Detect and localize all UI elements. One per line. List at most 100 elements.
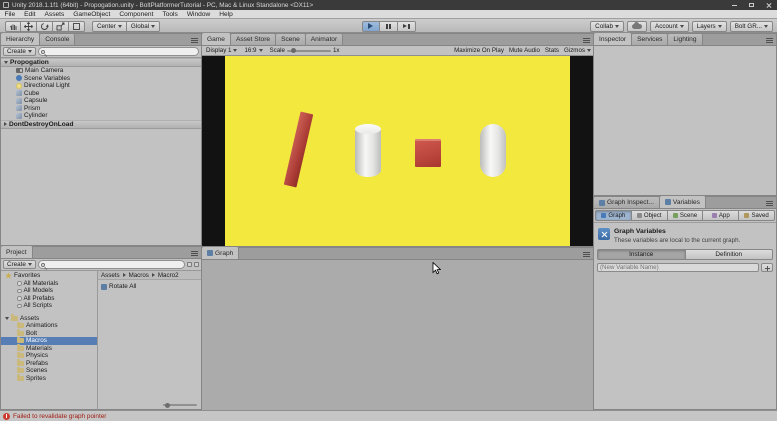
- tab-scene[interactable]: Scene: [276, 34, 306, 45]
- tab-animator[interactable]: Animator: [306, 34, 343, 45]
- scale-tool-button[interactable]: [53, 21, 69, 32]
- thumbnail-zoom-slider[interactable]: [163, 404, 197, 406]
- maximize-button[interactable]: [743, 0, 760, 10]
- menu-help[interactable]: Help: [215, 10, 238, 18]
- menu-assets[interactable]: Assets: [40, 10, 69, 18]
- move-tool-button[interactable]: [21, 21, 37, 32]
- create-button[interactable]: Create: [3, 47, 36, 56]
- assets-root[interactable]: Assets: [1, 315, 97, 323]
- folder-animations[interactable]: Animations: [1, 322, 97, 330]
- status-message[interactable]: Failed to revalidate graph pointer: [13, 413, 106, 420]
- cloud-button[interactable]: [627, 21, 647, 32]
- folder-physics[interactable]: Physics: [1, 352, 97, 360]
- minimize-button[interactable]: [726, 0, 743, 10]
- hierarchy-item-directional-light[interactable]: Directional Light: [1, 82, 201, 90]
- panel-menu-button[interactable]: [583, 254, 590, 255]
- favorite-all-materials[interactable]: All Materials: [1, 280, 97, 288]
- tab-hierarchy[interactable]: Hierarchy: [1, 33, 40, 45]
- tab-asset-store[interactable]: Asset Store: [231, 34, 276, 45]
- hierarchy-search-input[interactable]: [46, 48, 196, 55]
- tab-graph-inspector[interactable]: Graph Inspect...: [594, 197, 660, 208]
- folder-bolt[interactable]: Bolt: [1, 330, 97, 338]
- breadcrumb-macro2[interactable]: Macro2: [158, 272, 179, 279]
- search-by-label-icon[interactable]: [194, 262, 199, 267]
- hierarchy-item-capsule[interactable]: Capsule: [1, 97, 201, 105]
- tab-services[interactable]: Services: [632, 34, 668, 45]
- panel-menu-button[interactable]: [766, 203, 773, 204]
- panel-menu-button[interactable]: [766, 40, 773, 41]
- space-mode-button[interactable]: Global: [127, 21, 160, 32]
- panel-menu-button[interactable]: [191, 40, 198, 41]
- menu-gameobject[interactable]: GameObject: [69, 10, 115, 18]
- favorite-all-prefabs[interactable]: All Prefabs: [1, 295, 97, 303]
- folder-materials[interactable]: Materials: [1, 345, 97, 353]
- hierarchy-item-scene-variables[interactable]: Scene Variables: [1, 75, 201, 83]
- display-dropdown[interactable]: Display 1: [204, 46, 239, 55]
- menu-file[interactable]: File: [0, 10, 20, 18]
- slider-thumb[interactable]: [291, 48, 296, 53]
- tab-console[interactable]: Console: [40, 34, 75, 45]
- layout-button[interactable]: Bolt GR...: [730, 21, 773, 32]
- breadcrumb-macros[interactable]: Macros: [129, 272, 149, 279]
- project-search-input[interactable]: [46, 261, 182, 268]
- menu-component[interactable]: Component: [115, 10, 158, 18]
- definition-mode-button[interactable]: Definition: [686, 249, 774, 260]
- asset-rotate-all[interactable]: Rotate All: [98, 280, 201, 290]
- scene-header[interactable]: Propogation: [1, 58, 201, 67]
- scope-graph[interactable]: Graph: [595, 210, 632, 221]
- tab-inspector[interactable]: Inspector: [594, 33, 632, 45]
- mute-audio-toggle[interactable]: Mute Audio: [509, 47, 540, 54]
- step-button[interactable]: [398, 21, 416, 32]
- menu-window[interactable]: Window: [182, 10, 214, 18]
- scope-scene[interactable]: Scene: [668, 210, 704, 221]
- instance-mode-button[interactable]: Instance: [597, 249, 686, 260]
- panel-menu-button[interactable]: [583, 40, 590, 41]
- scope-app[interactable]: App: [703, 210, 739, 221]
- rotate-tool-button[interactable]: [37, 21, 53, 32]
- tab-project[interactable]: Project: [1, 246, 33, 258]
- aspect-dropdown[interactable]: 16:9: [242, 46, 264, 55]
- hierarchy-item-cube[interactable]: Cube: [1, 90, 201, 98]
- rect-tool-button[interactable]: [69, 21, 85, 32]
- play-button[interactable]: [362, 21, 380, 32]
- game-viewport[interactable]: [225, 56, 570, 246]
- menu-tools[interactable]: Tools: [158, 10, 182, 18]
- gizmos-dropdown[interactable]: Gizmos: [564, 46, 591, 55]
- folder-prefabs[interactable]: Prefabs: [1, 360, 97, 368]
- new-variable-input[interactable]: [597, 263, 759, 272]
- favorite-all-models[interactable]: All Models: [1, 287, 97, 295]
- tab-game[interactable]: Game: [202, 33, 231, 45]
- collab-button[interactable]: Collab: [590, 21, 624, 32]
- menu-edit[interactable]: Edit: [20, 10, 40, 18]
- account-button[interactable]: Account: [650, 21, 689, 32]
- panel-menu-button[interactable]: [191, 253, 198, 254]
- hand-tool-button[interactable]: [5, 21, 21, 32]
- layers-button[interactable]: Layers: [692, 21, 727, 32]
- tab-graph[interactable]: Graph: [202, 247, 239, 259]
- pause-button[interactable]: [380, 21, 398, 32]
- scope-object[interactable]: Object: [632, 210, 668, 221]
- tab-variables[interactable]: Variables: [660, 196, 706, 208]
- add-variable-button[interactable]: [761, 263, 773, 272]
- stats-toggle[interactable]: Stats: [545, 47, 559, 54]
- scale-slider[interactable]: [287, 50, 331, 52]
- create-button[interactable]: Create: [3, 260, 36, 269]
- hierarchy-item-cylinder[interactable]: Cylinder: [1, 112, 201, 120]
- hierarchy-item-prism[interactable]: Prism: [1, 105, 201, 113]
- hierarchy-item-main-camera[interactable]: Main Camera: [1, 67, 201, 75]
- dontdestroyonload-header[interactable]: DontDestroyOnLoad: [1, 120, 201, 129]
- favorite-all-scripts[interactable]: All Scripts: [1, 302, 97, 310]
- slider-thumb[interactable]: [165, 403, 170, 408]
- favorites-header[interactable]: Favorites: [1, 272, 97, 280]
- graph-canvas[interactable]: [202, 260, 593, 410]
- tab-lighting[interactable]: Lighting: [668, 34, 702, 45]
- breadcrumb-assets[interactable]: Assets: [101, 272, 120, 279]
- folder-macros[interactable]: Macros: [1, 337, 97, 345]
- search-by-type-icon[interactable]: [187, 262, 192, 267]
- maximize-on-play-toggle[interactable]: Maximize On Play: [454, 47, 504, 54]
- folder-scenes[interactable]: Scenes: [1, 367, 97, 375]
- folder-sprites[interactable]: Sprites: [1, 375, 97, 383]
- close-button[interactable]: [760, 0, 777, 10]
- handle-mode-button[interactable]: Center: [92, 21, 127, 32]
- scope-saved[interactable]: Saved: [739, 210, 775, 221]
